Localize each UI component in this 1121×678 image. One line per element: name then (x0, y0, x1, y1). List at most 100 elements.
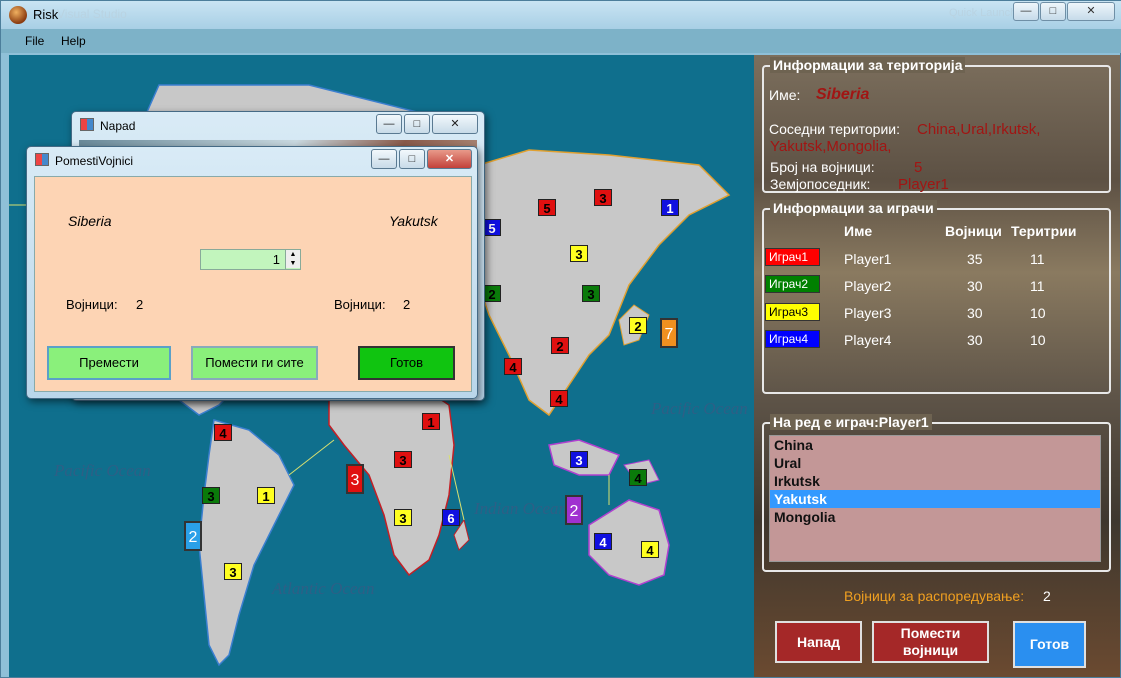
ocean-label-atlantic: Atlantic Ocean (272, 579, 375, 598)
title-bar: Risk Visual Studio Quick Launch — □ ✕ (1, 1, 1121, 29)
list-item[interactable]: China (770, 436, 1100, 454)
done-button[interactable]: Готов (358, 346, 455, 380)
territory-counter[interactable]: 4 (504, 358, 522, 375)
territory-counter[interactable]: 3 (582, 285, 600, 302)
minimize-button[interactable]: — (1013, 2, 1039, 21)
territory-name-value: Siberia (816, 86, 870, 103)
player-name: Player4 (844, 332, 892, 348)
territory-counter[interactable]: 4 (594, 533, 612, 550)
menu-file[interactable]: File (25, 34, 44, 48)
territory-counter[interactable]: 5 (538, 199, 556, 216)
stepper-arrows[interactable]: ▲ ▼ (285, 250, 300, 269)
maximize-button[interactable]: □ (1040, 2, 1066, 21)
reinforcement-counter[interactable]: 2 (565, 495, 583, 525)
territory-counter[interactable]: 2 (483, 285, 501, 302)
list-item[interactable]: Mongolia (770, 508, 1100, 526)
move-armies-button[interactable]: Помести војници (872, 621, 989, 663)
ocean-label-indian: Indian Ocean (474, 499, 568, 518)
stepper-down-icon[interactable]: ▼ (286, 259, 300, 268)
player-badge: Играч2 (765, 275, 820, 293)
col-header-name: Име (844, 223, 873, 239)
move-dialog-title: PomestiVojnici (55, 154, 134, 168)
territory-counter[interactable]: 1 (422, 413, 440, 430)
territory-counter[interactable]: 2 (551, 337, 569, 354)
territory-counter[interactable]: 4 (214, 424, 232, 441)
armies-label: Број на војници: (770, 159, 875, 175)
territory-info-legend: Информации за територија (770, 57, 966, 73)
col-header-armies: Војници (945, 223, 1002, 239)
to-territory: Yakutsk (389, 213, 438, 229)
list-item[interactable]: Irkutsk (770, 472, 1100, 490)
attack-button[interactable]: Напад (775, 621, 862, 663)
territory-counter[interactable]: 1 (257, 487, 275, 504)
reinforcement-counter[interactable]: 2 (184, 521, 202, 551)
list-item[interactable]: Ural (770, 454, 1100, 472)
player-territories: 11 (1030, 251, 1045, 267)
maximize-button[interactable]: □ (404, 114, 430, 134)
player-armies: 30 (967, 305, 983, 321)
dialog-icon (35, 153, 49, 166)
player-armies: 30 (967, 278, 983, 294)
move-dialog-body: Siberia Yakutsk 1 ▲ ▼ Војници: 2 Војници… (34, 176, 472, 392)
territory-counter[interactable]: 1 (661, 199, 679, 216)
to-armies-value: 2 (403, 297, 411, 312)
turn-legend: На ред е играч:Player1 (770, 414, 932, 430)
territory-counter[interactable]: 3 (570, 245, 588, 262)
window-title: Risk (33, 7, 59, 22)
from-armies-value: 2 (136, 297, 144, 312)
reinforcement-counter[interactable]: 7 (660, 318, 678, 348)
territory-counter[interactable]: 4 (641, 541, 659, 558)
minimize-button[interactable]: — (371, 149, 397, 169)
menu-bar: File Help (1, 29, 1121, 53)
stepper-up-icon[interactable]: ▲ (286, 250, 300, 259)
owner-label: Земјопоседник: (770, 176, 871, 192)
main-window: Risk Visual Studio Quick Launch — □ ✕ Fi… (0, 0, 1121, 678)
move-armies-label-1: Помести (900, 625, 961, 641)
territory-counter[interactable]: 4 (550, 390, 568, 407)
close-button[interactable]: ✕ (1067, 2, 1115, 21)
close-button[interactable]: ✕ (432, 114, 478, 134)
to-armies-label: Војници: (334, 297, 386, 312)
reinforcement-counter[interactable]: 3 (346, 464, 364, 494)
ghost-title: Visual Studio (57, 7, 127, 21)
player-armies: 35 (967, 251, 983, 267)
ghost-quick-launch: Quick Launch (949, 7, 1017, 19)
move-armies-label-2: војници (902, 642, 959, 658)
move-button[interactable]: Премести (47, 346, 171, 380)
territory-counter[interactable]: 6 (442, 509, 460, 526)
player-badge: Играч3 (765, 303, 820, 321)
minimize-button[interactable]: — (376, 114, 402, 134)
territory-counter[interactable]: 3 (394, 451, 412, 468)
move-all-button[interactable]: Помести ги сите (191, 346, 318, 380)
done-button[interactable]: Готов (1013, 621, 1086, 668)
menu-help[interactable]: Help (61, 34, 86, 48)
maximize-button[interactable]: □ (399, 149, 425, 169)
territory-counter[interactable]: 4 (629, 469, 647, 486)
territory-counter[interactable]: 2 (629, 317, 647, 334)
territory-counter[interactable]: 3 (202, 487, 220, 504)
armies-value: 5 (914, 159, 923, 176)
player-name: Player1 (844, 251, 892, 267)
close-button[interactable]: ✕ (427, 149, 472, 169)
deploy-label: Војници за распоредување: (844, 588, 1025, 604)
app-icon (9, 6, 27, 24)
move-armies-dialog: PomestiVojnici — □ ✕ Siberia Yakutsk 1 ▲… (26, 146, 478, 399)
territory-counter[interactable]: 3 (394, 509, 412, 526)
from-territory: Siberia (68, 213, 112, 229)
from-armies-label: Војници: (66, 297, 118, 312)
territory-counter[interactable]: 3 (224, 563, 242, 580)
player-territories: 10 (1030, 305, 1046, 321)
neighbors-value-cont: Yakutsk,Mongolia, (770, 138, 892, 155)
player-badge: Играч1 (765, 248, 820, 266)
col-header-territories: Теритрии (1011, 223, 1077, 239)
owned-territories-list[interactable]: China Ural Irkutsk Yakutsk Mongolia (769, 435, 1101, 562)
deploy-value: 2 (1043, 588, 1051, 604)
neighbors-value: China,Ural,Irkutsk, (917, 121, 1041, 138)
territory-name-label: Име: (769, 87, 801, 103)
territory-counter[interactable]: 3 (570, 451, 588, 468)
territory-counter[interactable]: 5 (483, 219, 501, 236)
territory-counter[interactable]: 3 (594, 189, 612, 206)
list-item-selected[interactable]: Yakutsk (770, 490, 1100, 508)
player-badge: Играч4 (765, 330, 820, 348)
attack-dialog-title: Napad (100, 119, 136, 133)
